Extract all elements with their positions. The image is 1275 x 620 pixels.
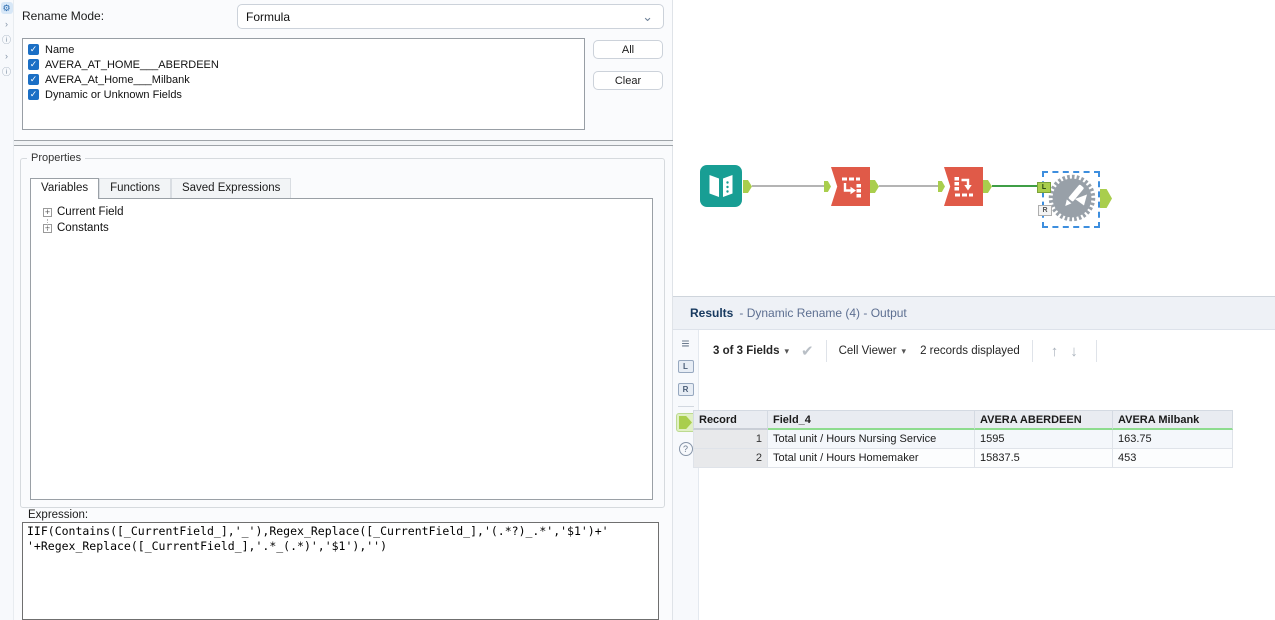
- tab-saved-expressions[interactable]: Saved Expressions: [170, 178, 292, 198]
- toolbar-divider: [1031, 340, 1033, 362]
- tree-connector: [47, 219, 48, 231]
- records-displayed-label: 2 records displayed: [920, 345, 1020, 357]
- left-input-anchor-button[interactable]: L: [677, 360, 694, 373]
- rename-mode-label: Rename Mode:: [22, 9, 105, 23]
- transpose-tool[interactable]: [831, 167, 870, 206]
- chevron-right-icon[interactable]: ›: [1, 18, 13, 30]
- config-tool-strip: ⚙ › ⓘ › ⓘ: [0, 0, 14, 620]
- checkbox-checked-icon[interactable]: ✓: [28, 59, 39, 70]
- dynamic-rename-tool-icon: [1048, 174, 1096, 222]
- metadata-list-icon[interactable]: ≡: [681, 336, 689, 350]
- all-button[interactable]: All: [593, 40, 663, 59]
- input-data-tool-icon: [700, 165, 742, 207]
- clear-button[interactable]: Clear: [593, 71, 663, 90]
- checkbox-checked-icon[interactable]: ✓: [28, 44, 39, 55]
- output-anchor-icon: [679, 416, 692, 429]
- dynamic-rename-tool[interactable]: [1048, 174, 1096, 227]
- field-row-name[interactable]: ✓ Name: [28, 42, 584, 57]
- tab-variables[interactable]: Variables: [30, 178, 100, 199]
- output-anchor[interactable]: [983, 180, 992, 193]
- cell-viewer-dropdown[interactable]: Cell Viewer: [839, 345, 897, 357]
- help-icon[interactable]: ?: [678, 442, 693, 456]
- left-input-anchor[interactable]: L: [1037, 182, 1051, 193]
- connection-wire-green[interactable]: [992, 185, 1038, 187]
- expression-input[interactable]: IIF(Contains([_CurrentField_],'_'),Regex…: [22, 522, 659, 620]
- tree-item-current-field[interactable]: + Current Field: [43, 204, 652, 220]
- results-body: ≡ L R ? 3 of 3 Fields ▾ ✔ Cell Viewer ▾ …: [673, 330, 1275, 620]
- crosstab-tool-icon: [944, 167, 983, 206]
- field-row-milbank[interactable]: ✓ AVERA_At_Home___Milbank: [28, 72, 584, 87]
- output-anchor[interactable]: [1100, 189, 1112, 208]
- strip-divider: [677, 406, 694, 407]
- properties-tabs: Variables Functions Saved Expressions: [30, 176, 292, 199]
- results-subtitle: - Dynamic Rename (4) - Output: [739, 306, 907, 320]
- input-data-tool[interactable]: [700, 165, 742, 207]
- tab-functions[interactable]: Functions: [99, 178, 171, 198]
- field-row-aberdeen[interactable]: ✓ AVERA_AT_HOME___ABERDEEN: [28, 57, 584, 72]
- info-circle-icon[interactable]: ⓘ: [1, 34, 13, 46]
- expand-plus-icon[interactable]: +: [43, 207, 52, 217]
- toolbar-divider: [1095, 340, 1097, 362]
- column-header-avera-milbank[interactable]: AVERA Milbank: [1113, 410, 1233, 430]
- field-label: Dynamic or Unknown Fields: [45, 88, 182, 101]
- field-row-dynamic[interactable]: ✓ Dynamic or Unknown Fields: [28, 87, 584, 102]
- results-table: Record Field_4 AVERA ABERDEEN AVERA Milb…: [693, 410, 1233, 468]
- transpose-tool-icon: [831, 167, 870, 206]
- horizontal-splitter[interactable]: [14, 140, 673, 146]
- record-number-cell[interactable]: 1: [693, 430, 768, 449]
- chevron-right-icon[interactable]: ›: [1, 50, 13, 62]
- caret-down-icon[interactable]: ▾: [784, 346, 789, 357]
- gear-icon[interactable]: ⚙: [0, 2, 13, 14]
- table-cell[interactable]: 453: [1113, 449, 1233, 468]
- chevron-down-icon: ⌄: [642, 8, 653, 24]
- toolbar-divider: [825, 340, 827, 362]
- apply-check-icon[interactable]: ✔: [801, 342, 814, 360]
- workflow-canvas[interactable]: L R: [673, 0, 1275, 296]
- field-label: AVERA_AT_HOME___ABERDEEN: [45, 58, 219, 71]
- results-header: Results - Dynamic Rename (4) - Output: [673, 297, 1275, 330]
- crosstab-tool[interactable]: [944, 167, 983, 206]
- table-cell[interactable]: 163.75: [1113, 430, 1233, 449]
- table-cell[interactable]: Total unit / Hours Nursing Service: [768, 430, 975, 449]
- table-cell[interactable]: 1595: [975, 430, 1113, 449]
- column-header-avera-aberdeen[interactable]: AVERA ABERDEEN: [975, 410, 1113, 430]
- output-anchor[interactable]: [743, 180, 752, 193]
- tree-item-constants[interactable]: + Constants: [43, 220, 652, 236]
- info-circle-icon[interactable]: ⓘ: [1, 66, 13, 78]
- results-title: Results: [690, 306, 734, 320]
- table-cell[interactable]: Total unit / Hours Homemaker: [768, 449, 975, 468]
- results-toolbar: 3 of 3 Fields ▾ ✔ Cell Viewer ▾ 2 record…: [699, 330, 1275, 372]
- tree-item-label: Current Field: [57, 206, 124, 218]
- connection-wire[interactable]: [879, 185, 938, 187]
- expression-label: Expression:: [28, 509, 89, 521]
- table-cell[interactable]: 15837.5: [975, 449, 1113, 468]
- record-number-cell[interactable]: 2: [693, 449, 768, 468]
- column-header-field4[interactable]: Field_4: [768, 410, 975, 430]
- variables-tree: + Current Field + Constants: [30, 198, 653, 500]
- field-label: AVERA_At_Home___Milbank: [45, 73, 190, 86]
- field-label: Name: [45, 43, 75, 56]
- fields-summary-dropdown[interactable]: 3 of 3 Fields: [713, 345, 779, 357]
- field-list: ✓ Name ✓ AVERA_AT_HOME___ABERDEEN ✓ AVER…: [22, 38, 585, 130]
- results-anchor-strip: ≡ L R ?: [673, 330, 699, 620]
- input-anchor[interactable]: [824, 181, 831, 192]
- connection-wire[interactable]: [752, 185, 824, 187]
- checkbox-checked-icon[interactable]: ✓: [28, 89, 39, 100]
- configuration-panel: ⚙ › ⓘ › ⓘ Rename Mode: Formula ⌄ ✓ Name …: [0, 0, 673, 620]
- checkbox-checked-icon[interactable]: ✓: [28, 74, 39, 85]
- right-input-anchor[interactable]: R: [1038, 205, 1052, 216]
- tree-item-label: Constants: [57, 222, 109, 234]
- right-input-anchor-button[interactable]: R: [677, 383, 694, 396]
- arrow-down-icon[interactable]: ↓: [1070, 343, 1078, 360]
- rename-mode-value: Formula: [246, 9, 291, 24]
- results-pane: Results - Dynamic Rename (4) - Output ≡ …: [673, 296, 1275, 620]
- arrow-up-icon[interactable]: ↑: [1051, 343, 1059, 360]
- column-header-record[interactable]: Record: [693, 410, 768, 430]
- properties-legend: Properties: [31, 152, 82, 164]
- rename-mode-select[interactable]: Formula ⌄: [237, 4, 664, 29]
- output-anchor[interactable]: [870, 180, 879, 193]
- caret-down-icon[interactable]: ▾: [902, 346, 907, 357]
- alteryx-designer-window: ⚙ › ⓘ › ⓘ Rename Mode: Formula ⌄ ✓ Name …: [0, 0, 1275, 620]
